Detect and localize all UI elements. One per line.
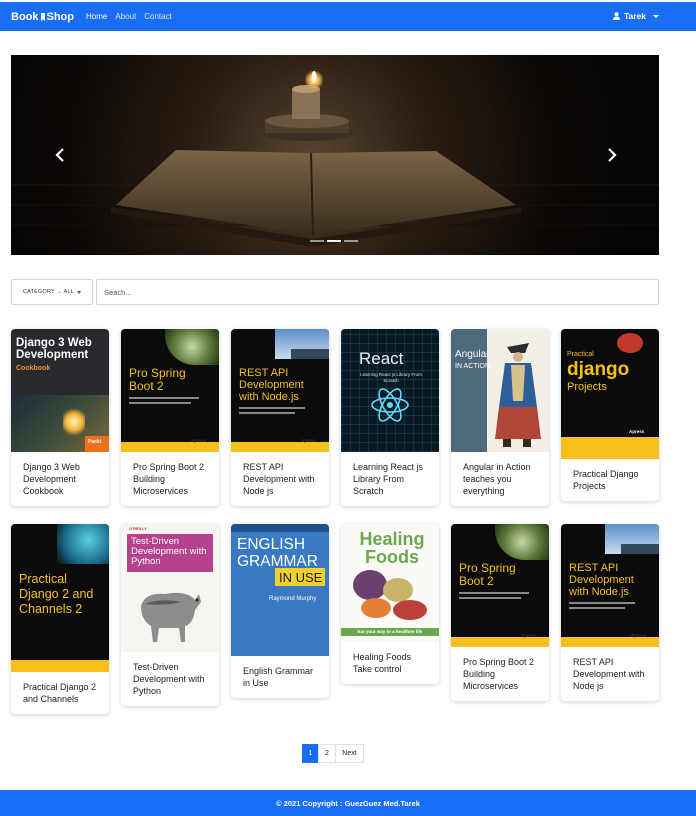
search-input[interactable]	[96, 279, 659, 305]
carousel-image	[11, 55, 659, 255]
user-menu[interactable]: Tarek	[612, 11, 659, 21]
chevron-down-icon	[653, 14, 659, 18]
book-cover: Pro Spring Boot 2 Apress	[451, 524, 549, 647]
book-title[interactable]: Healing Foods Take control	[341, 642, 439, 684]
nav-contact[interactable]: Contact	[144, 12, 172, 21]
book-cover: ENGLISH GRAMMAR IN USE Raymond Murphy	[231, 524, 329, 656]
cover-text: Apress	[521, 633, 537, 638]
user-icon	[612, 12, 620, 20]
carousel-indicator[interactable]	[344, 240, 358, 242]
cover-text: REST API Development with Node.js	[569, 562, 634, 598]
book-title[interactable]: Test-Driven Development with Python	[121, 652, 219, 706]
carousel-indicators	[310, 240, 358, 242]
book-card[interactable]: O'REILLY Test-Driven Development with Py…	[121, 524, 219, 706]
book-title[interactable]: Pro Spring Boot 2 Building Microservices	[121, 452, 219, 506]
hero-carousel	[11, 55, 659, 255]
cover-text: Apress	[629, 429, 645, 434]
book-cover: Angular IN ACTION	[451, 329, 549, 452]
book-card[interactable]: Django 3 Web Development Cookbook Packt …	[11, 329, 109, 506]
navbar: Book Shop Home About Contact Tarek	[0, 2, 696, 31]
cover-text: O'REILLY	[129, 526, 147, 531]
carousel-indicator[interactable]	[327, 240, 341, 242]
cover-text: ENGLISH GRAMMAR	[237, 536, 318, 570]
cover-text: Pro Spring Boot 2	[459, 561, 516, 588]
book-cover: React Learning React js Library From Scr…	[341, 329, 439, 452]
book-card[interactable]: Practical Django 2 and Channels 2 Practi…	[11, 524, 109, 714]
carousel-prev-icon[interactable]	[51, 145, 71, 165]
cover-text: Test-Driven Development with Python	[131, 536, 207, 567]
cover-text: Angular	[455, 349, 490, 360]
cover-text: Practical	[567, 351, 594, 358]
cover-text: Healing Foods	[359, 529, 425, 567]
book-card[interactable]: React Learning React js Library From Scr…	[341, 329, 439, 506]
nav-about[interactable]: About	[115, 12, 136, 21]
pagination: 1 2 Next	[302, 744, 364, 763]
book-cover: Practical Django 2 and Channels 2	[11, 524, 109, 672]
next-page-button[interactable]: Next	[335, 744, 364, 763]
book-cover: Django 3 Web Development Cookbook Packt	[11, 329, 109, 452]
book-title[interactable]: Angular in Action teaches you everything	[451, 452, 549, 506]
footer: © 2021 Copyright : GuezGuez Med.Tarek	[0, 790, 696, 816]
cover-text: Apress	[191, 438, 207, 443]
book-title[interactable]: Pro Spring Boot 2 Building Microservices	[451, 647, 549, 701]
cover-text: Apress	[631, 633, 647, 638]
book-title[interactable]: Practical Django Projects	[561, 459, 659, 501]
brand-left: Book	[11, 10, 39, 23]
cover-text: django	[567, 359, 630, 380]
book-icon	[40, 12, 45, 21]
book-cover: Healing Foods Eat your way to a healthie…	[341, 524, 439, 642]
cover-text: Raymond Murphy	[269, 596, 317, 602]
cover-text: Projects	[567, 381, 607, 393]
book-title[interactable]: Practical Django 2 and Channels	[11, 672, 109, 714]
book-title[interactable]: Learning React js Library From Scratch	[341, 452, 439, 506]
nav-home[interactable]: Home	[86, 12, 107, 21]
cover-text: React	[359, 349, 404, 368]
book-title[interactable]: English Grammar in Use	[231, 656, 329, 698]
page-1-button[interactable]: 1	[302, 744, 319, 763]
book-card[interactable]: Pro Spring Boot 2 Apress Pro Spring Boot…	[121, 329, 219, 506]
book-card[interactable]: REST API Development with Node.js Apress…	[231, 329, 329, 506]
book-cover: Practical django Projects Apress	[561, 329, 659, 459]
carousel-next-icon[interactable]	[601, 145, 621, 165]
book-title[interactable]: REST API Development with Node js	[231, 452, 329, 506]
cover-text: Practical Django 2 and Channels 2	[19, 572, 94, 616]
book-cover: Pro Spring Boot 2 Apress	[121, 329, 219, 452]
book-card[interactable]: Pro Spring Boot 2 Apress Pro Spring Boot…	[451, 524, 549, 701]
category-label: CATEGORY → ALL	[22, 289, 75, 295]
book-cover: REST API Development with Node.js Apress	[231, 329, 329, 452]
cover-text: Eat your way to a healthier life	[357, 629, 423, 634]
cover-text: Apress	[301, 438, 317, 443]
chevron-down-icon	[77, 290, 82, 294]
category-dropdown[interactable]: CATEGORY → ALL	[11, 279, 93, 305]
page-2-button[interactable]: 2	[318, 744, 336, 763]
brand-logo[interactable]: Book Shop	[11, 11, 74, 23]
book-card[interactable]: Angular IN ACTION Angular in Action teac…	[451, 329, 549, 506]
book-title[interactable]: Django 3 Web Development Cookbook	[11, 452, 109, 506]
cover-text: Django 3 Web Development	[16, 337, 92, 361]
cover-text: Learning React js Library From Scratch	[360, 372, 422, 383]
cover-text: IN USE	[279, 570, 323, 585]
book-cover: O'REILLY Test-Driven Development with Py…	[121, 524, 219, 652]
brand-right: Shop	[46, 10, 75, 23]
cover-text: IN ACTION	[455, 363, 491, 370]
cover-text: Pro Spring Boot 2	[129, 366, 186, 393]
carousel-indicator[interactable]	[310, 240, 324, 242]
cover-text: REST API Development with Node.js	[239, 367, 304, 403]
cover-text: Packt	[88, 439, 102, 445]
copyright-text: © 2021 Copyright : GuezGuez Med.Tarek	[276, 798, 420, 808]
book-cover: REST API Development with Node.js Apress	[561, 524, 659, 647]
cover-text: Cookbook	[16, 365, 51, 372]
book-card[interactable]: Practical django Projects Apress Practic…	[561, 329, 659, 501]
user-name: Tarek	[623, 11, 646, 21]
book-card[interactable]: Healing Foods Eat your way to a healthie…	[341, 524, 439, 684]
book-card[interactable]: ENGLISH GRAMMAR IN USE Raymond Murphy En…	[231, 524, 329, 698]
book-title[interactable]: REST API Development with Node js	[561, 647, 659, 701]
book-card[interactable]: REST API Development with Node.js Apress…	[561, 524, 659, 701]
